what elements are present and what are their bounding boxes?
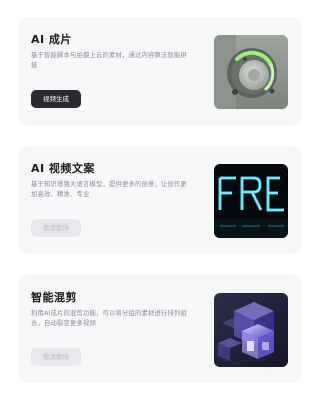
coming-soon-button[interactable]: 敬请期待: [31, 348, 81, 366]
ring-knob-icon: [214, 35, 288, 109]
generate-video-button[interactable]: 视频生成: [31, 90, 81, 108]
feature-card-ai-copywriting: AI 视频文案 基于知识增强大语言模型，提供更多的创意，让创作更加高效、精准、专…: [18, 146, 302, 254]
card-title: AI 成片: [31, 33, 72, 46]
neon-text-thumbnail: [214, 164, 288, 238]
glass-cubes-thumbnail: [214, 293, 288, 367]
glass-cubes-icon: [214, 293, 288, 367]
coming-soon-button[interactable]: 敬请期待: [31, 219, 81, 237]
feature-card-ai-film: AI 成片 基于智能脚本与拍摄上云的素材，通过内容算法智能拼接 视频生成: [18, 17, 302, 125]
card-description: 利用AI成片的混剪功能，可以将分组的素材进行排列组合，自动裂变更多视频: [31, 310, 187, 327]
card-description: 基于知识增强大语言模型，提供更多的创意，让创作更加高效、精准、专业: [31, 181, 187, 198]
card-title: 智能混剪: [31, 291, 77, 304]
card-description: 基于智能脚本与拍摄上云的素材，通过内容算法智能拼接: [31, 52, 187, 69]
card-title: AI 视频文案: [31, 162, 95, 175]
ring-knob-thumbnail: [214, 35, 288, 109]
feature-card-smart-remix: 智能混剪 利用AI成片的混剪功能，可以将分组的素材进行排列组合，自动裂变更多视频…: [18, 275, 302, 383]
neon-text-icon: [214, 164, 288, 238]
